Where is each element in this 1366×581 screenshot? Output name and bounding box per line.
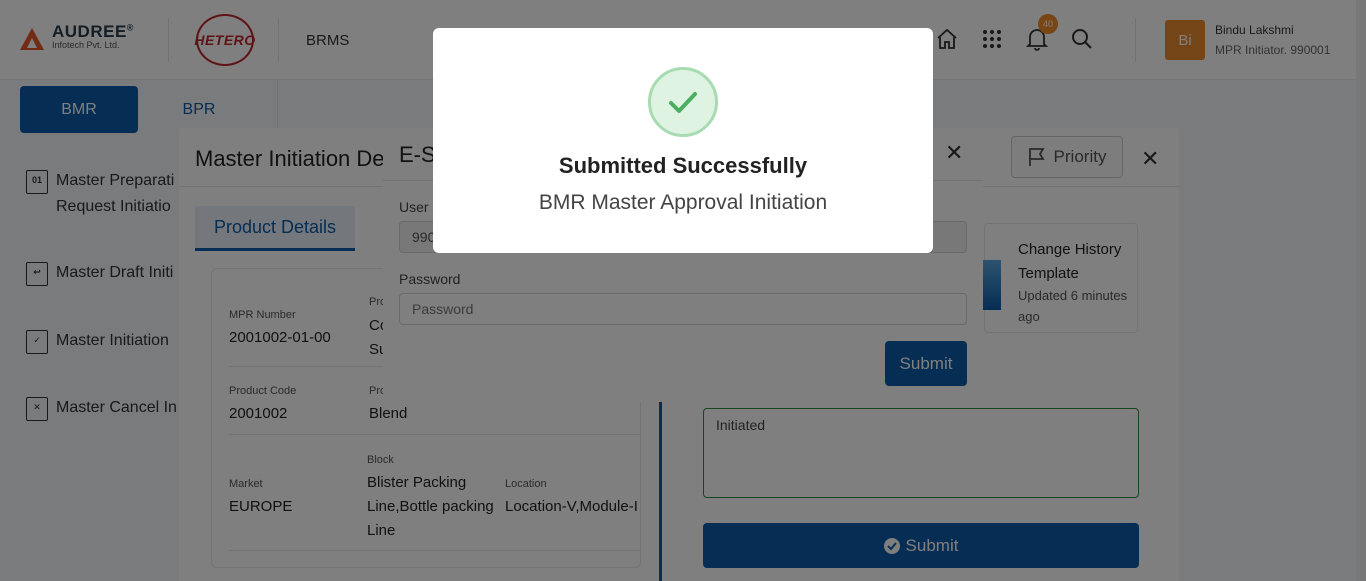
success-title: Submitted Successfully (558, 153, 808, 178)
success-check-icon (648, 67, 718, 137)
success-message: BMR Master Approval Initiation (538, 191, 828, 214)
success-popup: Submitted Successfully BMR Master Approv… (433, 28, 933, 253)
